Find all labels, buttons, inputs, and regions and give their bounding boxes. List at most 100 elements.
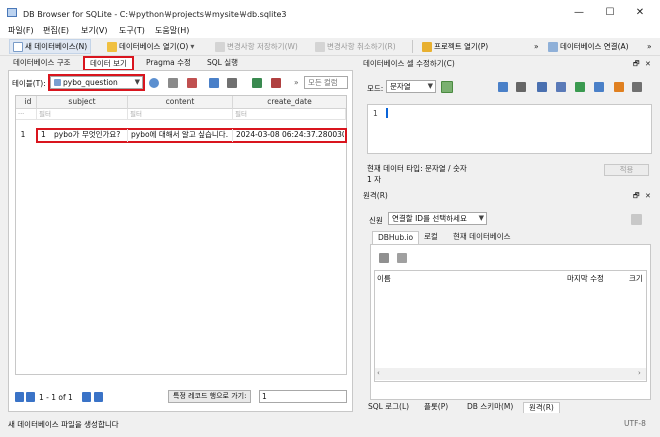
scroll-right-icon[interactable]: › (638, 369, 641, 377)
attach-database-button[interactable]: 데이터베이스 연결(A) (545, 39, 632, 54)
column-header-subject[interactable]: subject (37, 96, 128, 109)
remote-dock-title: 원격(R) (363, 191, 388, 200)
main-tab-bar: 데이터베이스 구조 데이터 보기 Pragma 수정 SQL 실행 (8, 56, 353, 71)
tab-db-schema[interactable]: DB 스키마(M) (462, 402, 518, 413)
save-filter-icon[interactable] (209, 78, 219, 88)
close-button[interactable]: ✕ (633, 7, 647, 19)
menu-file[interactable]: 파일(F) (8, 25, 34, 36)
float-dock-icon[interactable]: 🗗 (633, 191, 640, 201)
delete-record-icon[interactable] (271, 78, 281, 88)
scroll-left-icon[interactable]: ‹ (377, 369, 380, 377)
tab-database-structure[interactable]: 데이터베이스 구조 (8, 57, 76, 70)
remote-browser-panel: 이름 마지막 수정 크기 ‹ › (370, 244, 651, 400)
column-header-size[interactable]: 크기 (629, 273, 643, 284)
next-record-icon[interactable] (82, 392, 91, 402)
toolbar-overflow-button[interactable]: » (531, 39, 542, 54)
last-record-icon[interactable] (94, 392, 103, 402)
go-to-record-input[interactable]: 1 (259, 390, 347, 403)
print-cell-icon[interactable] (632, 82, 642, 92)
column-header-name[interactable]: 이름 (377, 273, 391, 284)
project-folder-icon (422, 41, 432, 52)
cell-id[interactable]: 1 (39, 129, 52, 142)
table-select[interactable]: pybo_question ▼ (48, 74, 145, 91)
mode-select[interactable]: 문자열 ▼ (386, 80, 436, 93)
first-record-icon[interactable] (15, 392, 24, 402)
filter-row-marker: ··· (16, 109, 37, 120)
attach-database-label: 데이터베이스 연결(A) (560, 42, 629, 51)
cell-content[interactable]: pybo에 대해서 알고 싶습니다. (129, 129, 233, 142)
write-changes-button[interactable]: 변경사항 저장하기(W) (212, 39, 301, 54)
chevron-down-icon: ▼ (478, 214, 484, 222)
column-header-last-modified[interactable]: 마지막 수정 (567, 273, 604, 284)
menu-tools[interactable]: 도구(T) (119, 25, 145, 36)
status-bar: 새 데이터베이스 파일을 생성합니다 UTF-8 (0, 415, 660, 437)
clear-cell-icon[interactable] (614, 82, 624, 92)
identity-select[interactable]: 연결할 ID를 선택하세요 ▼ (388, 212, 487, 225)
close-dock-icon[interactable]: ✕ (645, 191, 651, 201)
indent-icon[interactable] (516, 82, 526, 92)
insert-record-icon[interactable] (252, 78, 262, 88)
close-dock-icon[interactable]: ✕ (645, 59, 651, 69)
app-icon (7, 8, 17, 17)
title-bar: DB Browser for SQLite - C:￦python￦projec… (0, 0, 660, 24)
toolbar-overflow-right-button[interactable]: » (644, 39, 655, 54)
save-cell-icon[interactable] (594, 82, 604, 92)
export-icon[interactable] (556, 82, 566, 92)
record-range: 1 - 1 of 1 (39, 393, 73, 402)
column-header-create-date[interactable]: create_date (233, 96, 346, 109)
open-database-button[interactable]: 데이터베이스 열기(O) ▾ (104, 39, 197, 54)
open-project-button[interactable]: 프로젝트 열기(P) (419, 39, 491, 54)
tab-edit-pragmas[interactable]: Pragma 수정 (141, 57, 196, 70)
tab-current-database[interactable]: 현재 데이터베이스 (448, 231, 516, 244)
filter-overflow-button[interactable]: » (294, 78, 299, 87)
set-null-icon[interactable] (575, 82, 585, 92)
import-icon[interactable] (537, 82, 547, 92)
filter-subject-input[interactable]: 필터 (37, 109, 128, 120)
maximize-button[interactable]: ☐ (603, 7, 617, 19)
clear-filters-icon[interactable] (187, 78, 197, 88)
row-number[interactable]: 1 (16, 129, 28, 142)
table-label: 테이블(T): (12, 79, 46, 88)
menu-view[interactable]: 보기(V) (81, 25, 107, 36)
column-header-content[interactable]: content (128, 96, 233, 109)
float-dock-icon[interactable]: 🗗 (633, 59, 640, 69)
horizontal-scrollbar[interactable]: ‹ › (375, 368, 646, 380)
filter-content-input[interactable]: 필터 (128, 109, 233, 120)
status-encoding: UTF-8 (624, 419, 646, 428)
print-icon[interactable] (227, 78, 237, 88)
filter-all-columns-input[interactable] (304, 76, 348, 89)
status-message: 새 데이터베이스 파일을 생성합니다 (8, 420, 119, 429)
cell-editor[interactable]: 1 (367, 104, 652, 154)
tab-sql-log[interactable]: SQL 로그(L) (363, 402, 414, 413)
auto-switch-mode-icon[interactable] (441, 81, 453, 93)
column-header-id[interactable]: id (19, 96, 37, 109)
tab-dbhub[interactable]: DBHub.io (372, 231, 420, 244)
clear-sort-icon[interactable] (168, 78, 178, 88)
identity-settings-icon[interactable] (631, 214, 642, 225)
tab-browse-data[interactable]: 데이터 보기 (83, 56, 134, 71)
remote-clone-icon[interactable] (397, 253, 407, 263)
go-to-record-button[interactable]: 특정 레코드 행으로 가기: (168, 390, 252, 403)
tab-plot[interactable]: 플롯(P) (419, 402, 453, 413)
cell-subject[interactable]: pybo가 무엇인가요? (52, 129, 128, 142)
tab-remote[interactable]: 원격(R) (523, 402, 560, 413)
remote-file-list: 이름 마지막 수정 크기 ‹ › (374, 270, 647, 382)
text-cursor (386, 108, 388, 118)
tab-local[interactable]: 로컬 (419, 231, 443, 244)
open-database-dropdown-icon[interactable]: ▾ (190, 42, 194, 51)
new-database-button[interactable]: 새 데이터베이스(N) (9, 39, 92, 54)
refresh-icon[interactable] (149, 78, 159, 88)
browse-data-panel: 테이블(T): pybo_question ▼ » id subject con… (8, 70, 353, 412)
menu-help[interactable]: 도움말(H) (155, 25, 189, 36)
revert-changes-button[interactable]: 변경사항 취소하기(R) (312, 39, 399, 54)
previous-record-icon[interactable] (26, 392, 35, 402)
apply-button[interactable]: 적용 (604, 164, 649, 176)
minimize-button[interactable]: — (572, 7, 586, 19)
filter-create-date-input[interactable]: 필터 (233, 109, 346, 120)
cell-create-date[interactable]: 2024-03-08 06:24:37.280030 (234, 129, 344, 142)
menu-edit[interactable]: 편집(E) (43, 25, 69, 36)
tab-execute-sql[interactable]: SQL 실행 (202, 57, 243, 70)
edit-cell-title: 데이터베이스 셀 수정하기(C) (363, 59, 455, 68)
word-wrap-icon[interactable] (498, 82, 508, 92)
remote-refresh-icon[interactable] (379, 253, 389, 263)
